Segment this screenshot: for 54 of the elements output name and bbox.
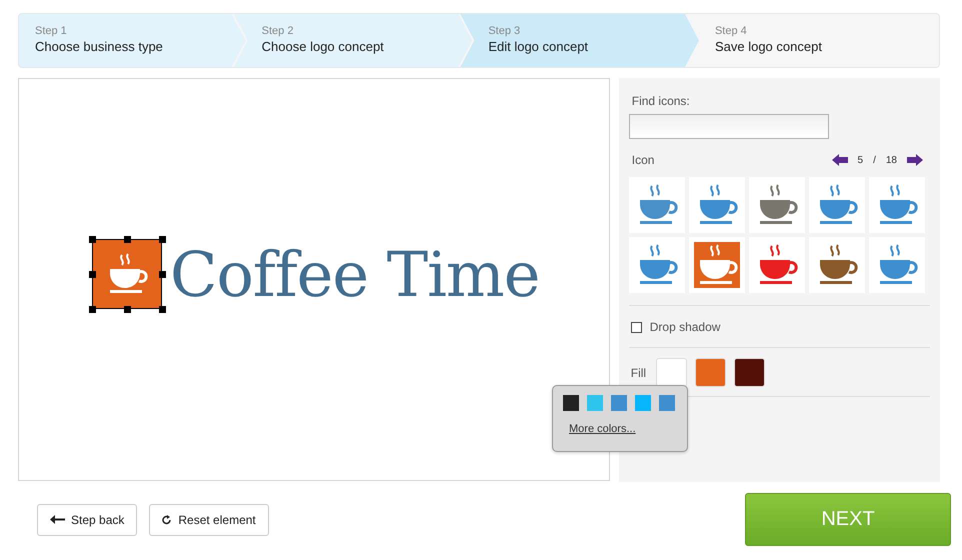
reset-element-button[interactable]: Reset element bbox=[149, 504, 269, 536]
icon-label: Icon bbox=[630, 153, 654, 167]
resize-handle[interactable] bbox=[89, 306, 96, 313]
icon-tile[interactable] bbox=[628, 177, 685, 233]
fill-swatch[interactable] bbox=[734, 358, 766, 387]
step-label: Save logo concept bbox=[714, 39, 823, 54]
redo-icon bbox=[162, 514, 172, 524]
icon-tile[interactable] bbox=[628, 237, 685, 293]
resize-handle[interactable] bbox=[89, 271, 96, 278]
color-swatch[interactable] bbox=[635, 395, 651, 411]
resize-handle[interactable] bbox=[124, 236, 131, 243]
icon-tile[interactable] bbox=[868, 177, 925, 233]
arrow-right-icon[interactable] bbox=[907, 154, 923, 166]
logo-text[interactable]: Coffee Time bbox=[170, 238, 540, 310]
color-swatch[interactable] bbox=[611, 395, 627, 411]
icon-tile[interactable] bbox=[748, 237, 805, 293]
icon-tile[interactable] bbox=[688, 237, 745, 293]
step-label: Choose logo concept bbox=[262, 39, 385, 54]
drop-shadow-label: Drop shadow bbox=[650, 320, 720, 334]
page-number: 5 bbox=[858, 154, 864, 166]
step-number: Step 2 bbox=[262, 25, 294, 37]
color-swatch[interactable] bbox=[563, 395, 579, 411]
more-colors-link[interactable]: More colors... bbox=[569, 423, 636, 435]
step-number: Step 3 bbox=[488, 25, 522, 37]
icon-tile[interactable] bbox=[748, 177, 805, 233]
icon-tile[interactable] bbox=[868, 237, 925, 293]
color-swatch[interactable] bbox=[587, 395, 603, 411]
resize-handle[interactable] bbox=[159, 236, 166, 243]
step-number: Step 4 bbox=[714, 25, 748, 37]
step-tab[interactable]: Step 2 Choose logo concept bbox=[234, 14, 472, 67]
resize-handle[interactable] bbox=[89, 236, 96, 243]
find-icons-label: Find icons: bbox=[630, 94, 691, 108]
resize-handle[interactable] bbox=[124, 306, 131, 313]
arrow-left-icon bbox=[50, 515, 65, 524]
icon-tile[interactable] bbox=[688, 177, 745, 233]
resize-handle[interactable] bbox=[159, 306, 166, 313]
icon-tile[interactable] bbox=[808, 237, 865, 293]
step-tab[interactable]: Step 1 Choose business type bbox=[19, 14, 246, 67]
drop-shadow-checkbox[interactable] bbox=[630, 322, 642, 332]
step-back-button[interactable]: Step back bbox=[37, 504, 138, 536]
find-icons-field[interactable] bbox=[628, 114, 829, 139]
page-separator: / bbox=[873, 154, 876, 166]
step-tab[interactable]: Step 3 Edit logo concept bbox=[460, 14, 699, 67]
step-number: Step 1 bbox=[35, 25, 68, 37]
arrow-left-icon[interactable] bbox=[832, 154, 848, 166]
fill-label: Fill bbox=[630, 366, 646, 380]
color-swatch[interactable] bbox=[659, 395, 675, 411]
step-label: Edit logo concept bbox=[488, 39, 590, 54]
icon-tile[interactable] bbox=[808, 177, 865, 233]
fill-swatch[interactable] bbox=[695, 358, 726, 387]
fill-swatch[interactable] bbox=[656, 358, 688, 387]
page-total: 18 bbox=[886, 154, 897, 166]
step-label: Choose business type bbox=[35, 39, 164, 54]
resize-handle[interactable] bbox=[159, 271, 166, 278]
